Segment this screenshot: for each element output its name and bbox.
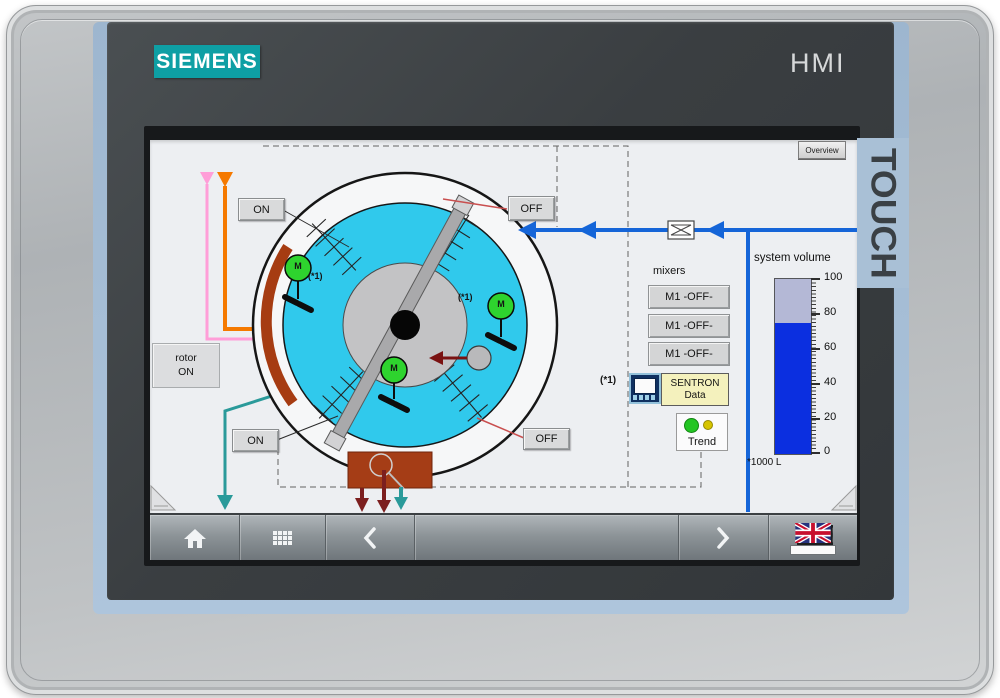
chevron-right-icon xyxy=(716,526,730,550)
off-button-top-right[interactable]: OFF xyxy=(508,196,555,221)
on-button-bottom-left[interactable]: ON xyxy=(232,429,279,452)
trend-button[interactable]: Trend xyxy=(676,413,728,451)
keyboard-grid-icon xyxy=(273,531,292,545)
flow-arrow-icon xyxy=(578,221,596,239)
discharge-arrow-icon xyxy=(394,497,408,510)
mixer-button-1[interactable]: M1 -OFF- xyxy=(648,285,730,309)
status-dot-green xyxy=(684,418,699,433)
gauge-unit-label: *1000 L xyxy=(747,457,781,468)
teal-arrow-icon xyxy=(217,495,233,510)
gauge-minor-ticks xyxy=(811,279,816,453)
language-button[interactable] xyxy=(769,515,857,560)
gauge-major-tick xyxy=(811,348,820,350)
gauge-tick-label: 20 xyxy=(824,411,850,423)
overview-button[interactable]: Overview xyxy=(798,141,846,159)
sludge-pit xyxy=(348,452,432,513)
sentron-button-line1: SENTRON xyxy=(671,378,720,390)
footnote-label: (*1) xyxy=(308,271,323,281)
gauge-tick-label: 40 xyxy=(824,376,850,388)
sentron-button-line2: Data xyxy=(684,390,705,402)
language-field xyxy=(790,545,836,555)
navigation-bar xyxy=(150,513,857,560)
gauge-tick-label: 0 xyxy=(824,445,850,457)
motor-letter: M xyxy=(386,363,402,373)
gauge-major-tick xyxy=(811,313,820,315)
rotor-button-line2: ON xyxy=(178,366,194,379)
gauge-major-tick xyxy=(811,278,820,280)
next-page-button[interactable] xyxy=(679,515,768,560)
language-widget xyxy=(790,523,836,555)
gauge-tick-label: 100 xyxy=(824,271,850,283)
page-curl-icons xyxy=(151,486,856,510)
discharge-arrow-icon xyxy=(355,498,369,512)
motor-letter: M xyxy=(493,299,509,309)
on-button-top-left[interactable]: ON xyxy=(238,198,285,221)
mixer-button-2[interactable]: M1 -OFF- xyxy=(648,314,730,338)
rotor-on-button[interactable]: rotor ON xyxy=(152,343,220,388)
orange-arrow-icon xyxy=(217,172,233,187)
pipe-fitting-icon xyxy=(668,221,694,239)
tank-hub xyxy=(390,310,420,340)
home-button[interactable] xyxy=(150,515,240,560)
gauge-major-tick xyxy=(811,383,820,385)
sentron-footnote: (*1) xyxy=(600,375,616,386)
gauge-tick-label: 60 xyxy=(824,341,850,353)
siemens-hmi-panel: SIEMENS HMI TOUCH xyxy=(0,0,1000,698)
off-button-bottom-right[interactable]: OFF xyxy=(523,428,570,450)
mixers-title: mixers xyxy=(653,265,685,277)
navbar-spacer xyxy=(415,515,679,560)
status-dot-yellow xyxy=(703,420,713,430)
mixer-button-3[interactable]: M1 -OFF- xyxy=(648,342,730,366)
sentron-meter-icon xyxy=(629,373,661,404)
system-volume-gauge xyxy=(774,278,812,455)
siemens-logo-text: SIEMENS xyxy=(156,50,258,74)
hmi-model-label: HMI xyxy=(790,48,846,79)
gauge-tick-label: 80 xyxy=(824,306,850,318)
sentron-meter-keys xyxy=(633,395,657,400)
touch-tab: TOUCH xyxy=(857,138,909,288)
discharge-arrow-icon xyxy=(377,500,391,513)
gauge-title: system volume xyxy=(754,252,831,264)
rotor-button-line1: rotor xyxy=(175,352,197,365)
home-icon xyxy=(183,527,207,549)
motor-letter: M xyxy=(290,261,306,271)
footnote-label: (*1) xyxy=(458,292,473,302)
gauge-fill xyxy=(775,323,811,454)
trend-label: Trend xyxy=(677,436,727,448)
sentron-data-button[interactable]: SENTRON Data xyxy=(661,373,729,406)
keyboard-button[interactable] xyxy=(240,515,325,560)
siemens-logo: SIEMENS xyxy=(154,45,260,78)
chevron-left-icon xyxy=(363,526,377,550)
pink-arrow-icon xyxy=(200,172,214,185)
touch-tab-text: TOUCH xyxy=(865,148,900,279)
previous-page-button[interactable] xyxy=(326,515,415,560)
uk-flag-icon xyxy=(795,523,831,543)
sentron-meter-display xyxy=(634,378,656,394)
gauge-major-tick xyxy=(811,452,820,454)
gauge-major-tick xyxy=(811,418,820,420)
flow-arrow-icon xyxy=(706,221,724,239)
